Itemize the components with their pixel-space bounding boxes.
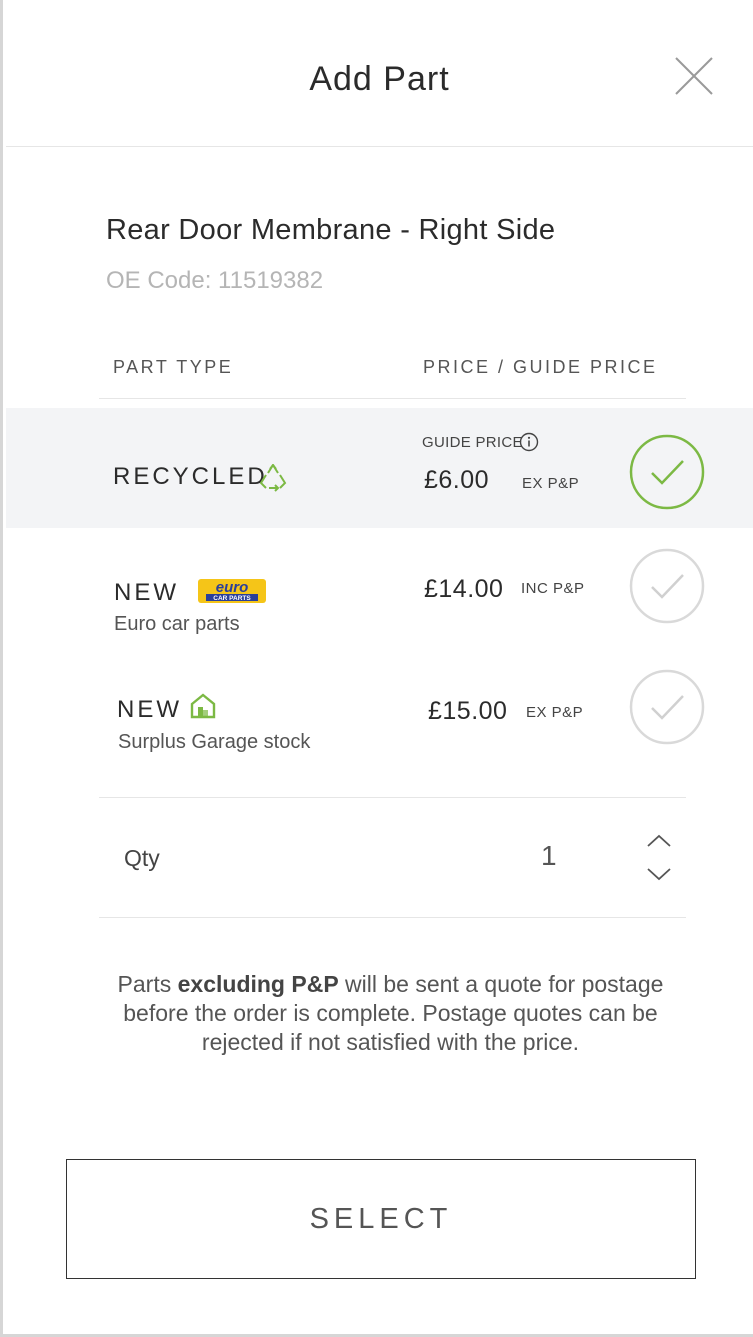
option-subtitle: Euro car parts — [114, 613, 240, 635]
option-pp-label: INC P&P — [521, 580, 585, 597]
check-icon — [629, 548, 705, 624]
close-button[interactable] — [674, 56, 714, 96]
option-select-radio[interactable] — [629, 669, 705, 745]
check-icon — [629, 669, 705, 745]
oe-code: OE Code: 11519382 — [106, 267, 324, 294]
garage-icon — [190, 693, 216, 719]
option-select-radio[interactable] — [629, 434, 705, 510]
option-subtitle: Surplus Garage stock — [118, 731, 311, 753]
option-pp-label: EX P&P — [526, 704, 584, 721]
chevron-down-icon — [647, 868, 671, 881]
chevron-up-icon — [647, 834, 671, 847]
quantity-decrease-button[interactable] — [645, 864, 673, 884]
column-header-part-type: PART TYPE — [113, 357, 234, 377]
quantity-label: Qty — [124, 845, 160, 871]
divider — [99, 917, 686, 918]
option-row-surplus-garage[interactable]: NEW Surplus Garage stock £15.00 EX P&P — [6, 660, 753, 780]
option-type-label: NEW — [117, 696, 182, 723]
quantity-value[interactable]: 1 — [541, 840, 557, 872]
option-price: £14.00 — [424, 575, 504, 603]
option-row-recycled[interactable]: RECYCLED GUIDE PRICE £6.00 EX P&P — [6, 408, 753, 528]
divider — [99, 398, 686, 399]
quantity-increase-button[interactable] — [645, 831, 673, 851]
svg-text:euro: euro — [216, 579, 249, 596]
option-select-radio[interactable] — [629, 548, 705, 624]
option-pp-label: EX P&P — [522, 475, 580, 492]
option-price: £6.00 — [424, 466, 490, 494]
check-icon — [629, 434, 705, 510]
guide-price-label: GUIDE PRICE — [422, 434, 523, 451]
info-icon[interactable] — [519, 432, 539, 452]
select-button[interactable]: SELECT — [66, 1159, 696, 1279]
close-icon — [675, 57, 713, 95]
modal-frame: Add Part Rear Door Membrane - Right Side… — [0, 0, 753, 1337]
svg-text:CAR PARTS: CAR PARTS — [213, 595, 251, 602]
part-name: Rear Door Membrane - Right Side — [106, 214, 556, 246]
divider — [99, 797, 686, 798]
option-type-label: RECYCLED — [113, 463, 268, 490]
option-row-euro-car-parts[interactable]: NEW euro CAR PARTS Euro car parts £14.00… — [6, 540, 753, 650]
column-header-price: PRICE / GUIDE PRICE — [423, 357, 658, 377]
option-type-label: NEW — [114, 579, 179, 606]
option-price: £15.00 — [428, 697, 508, 725]
postage-note: Parts excluding P&P will be sent a quote… — [117, 971, 664, 1055]
postage-note-emphasis: excluding P&P — [177, 971, 339, 997]
page-title: Add Part — [309, 60, 450, 98]
euro-car-parts-logo: euro CAR PARTS — [198, 579, 266, 603]
recycle-icon — [259, 464, 287, 492]
modal-header: Add Part — [6, 0, 753, 147]
